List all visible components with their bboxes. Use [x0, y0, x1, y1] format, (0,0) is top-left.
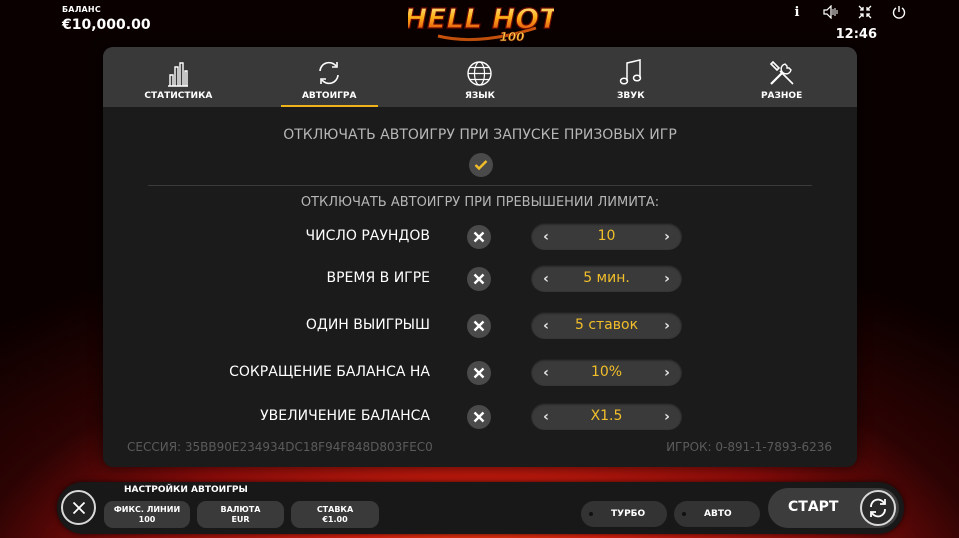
balance-block: БАЛАНС €10,000.00: [62, 5, 151, 33]
tab-label: СТАТИСТИКА: [144, 91, 213, 101]
cross-icon: [473, 273, 485, 285]
fullscreen-icon[interactable]: [855, 4, 875, 20]
tools-icon: [769, 60, 794, 85]
tab-autoplay[interactable]: АВТОИГРА: [254, 47, 405, 107]
rounds-stepper: ‹ 10 ›: [531, 223, 682, 250]
balance-value: €10,000.00: [62, 17, 151, 33]
pill-value: EUR: [231, 514, 250, 524]
speaker-icon[interactable]: [821, 4, 841, 20]
tab-label: ЯЗЫК: [464, 91, 495, 101]
cross-icon: [473, 367, 485, 379]
toggle-indicator: [589, 512, 593, 516]
time-toggle[interactable]: [467, 267, 491, 291]
limit-row-balance-increase: УВЕЛИЧЕНИЕ БАЛАНСА ‹ X1.5 ›: [103, 403, 857, 431]
bottom-bar: НАСТРОЙКИ АВТОИГРЫ ФИКС. ЛИНИИ 100 ВАЛЮТ…: [57, 482, 904, 534]
close-icon: [72, 501, 85, 514]
autoplay-spin-icon: [860, 490, 896, 526]
hell-hot-logo: HELL HOT 100: [408, 1, 554, 44]
row-label: СОКРАЩЕНИЕ БАЛАНСА НА: [229, 364, 430, 380]
limit-row-rounds: ЧИСЛО РАУНДОВ ‹ 10 ›: [103, 223, 857, 251]
balance-decrease-toggle[interactable]: [467, 361, 491, 385]
cross-icon: [473, 411, 485, 423]
balance-increase-toggle[interactable]: [467, 405, 491, 429]
tab-label: ЗВУК: [617, 91, 645, 101]
bet-display[interactable]: СТАВКА €1.00: [291, 501, 379, 528]
currency-display: ВАЛЮТА EUR: [197, 501, 284, 528]
settings-tabs: СТАТИСТИКА АВТОИГРА ЯЗЫК ЗВУК РАЗНОЕ: [103, 47, 857, 107]
chevron-right-icon[interactable]: ›: [656, 265, 678, 292]
turbo-label: ТУРБО: [611, 509, 646, 519]
autoplay-settings-title: НАСТРОЙКИ АВТОИГРЫ: [124, 485, 248, 495]
pill-value: 100: [138, 514, 156, 524]
top-icon-bar: i: [787, 4, 909, 20]
limit-row-balance-decrease: СОКРАЩЕНИЕ БАЛАНСА НА ‹ 10% ›: [103, 359, 857, 387]
toggle-indicator: [682, 512, 686, 516]
auto-label: АВТО: [704, 509, 732, 519]
auto-toggle[interactable]: АВТО: [674, 501, 760, 527]
pill-label: ФИКС. ЛИНИИ: [113, 504, 181, 514]
balance-decrease-stepper: ‹ 10% ›: [531, 359, 682, 386]
limit-title: ОТКЛЮЧАТЬ АВТОИГРУ ПРИ ПРЕВЫШЕНИИ ЛИМИТА…: [300, 195, 660, 210]
cross-icon: [473, 320, 485, 332]
tab-label: АВТОИГРА: [301, 91, 357, 101]
row-label: ЧИСЛО РАУНДОВ: [305, 228, 430, 244]
divider: [148, 185, 812, 186]
single-win-stepper: ‹ 5 ставок ›: [531, 312, 682, 339]
rounds-toggle[interactable]: [467, 225, 491, 249]
limit-row-time: ВРЕМЯ В ИГРЕ ‹ 5 мин. ›: [103, 265, 857, 293]
balance-label: БАЛАНС: [62, 5, 101, 14]
cross-icon: [473, 231, 485, 243]
prize-games-checkbox[interactable]: [469, 153, 493, 177]
pill-label: СТАВКА: [316, 504, 354, 514]
player-id: ИГРОК: 0-891-1-7893-6236: [666, 440, 832, 454]
checkmark-icon: [474, 160, 488, 171]
clock: 12:46: [835, 27, 877, 42]
fixed-lines-display: ФИКС. ЛИНИИ 100: [104, 501, 190, 528]
balance-increase-stepper: ‹ X1.5 ›: [531, 403, 682, 430]
start-label: СТАРТ: [788, 499, 839, 515]
stepper-value: 5 мин.: [583, 270, 630, 286]
tab-label: РАЗНОЕ: [760, 91, 803, 101]
stepper-value: 10%: [590, 364, 623, 380]
row-label: УВЕЛИЧЕНИЕ БАЛАНСА: [260, 408, 430, 424]
row-label: ОДИН ВЫИГРЫШ: [305, 317, 430, 333]
time-stepper: ‹ 5 мин. ›: [531, 265, 682, 292]
tab-language[interactable]: ЯЗЫК: [405, 47, 556, 107]
single-win-toggle[interactable]: [467, 314, 491, 338]
tab-misc[interactable]: РАЗНОЕ: [706, 47, 857, 107]
tab-statistics[interactable]: СТАТИСТИКА: [103, 47, 254, 107]
prize-games-title: ОТКЛЮЧАТЬ АВТОИГРУ ПРИ ЗАПУСКЕ ПРИЗОВЫХ …: [283, 127, 677, 143]
row-label: ВРЕМЯ В ИГРЕ: [326, 270, 430, 286]
bar-chart-icon: [168, 62, 189, 87]
chevron-right-icon[interactable]: ›: [656, 223, 678, 250]
svg-text:HELL HOT: HELL HOT: [408, 2, 554, 35]
pill-value: €1.00: [322, 514, 348, 524]
settings-panel: СТАТИСТИКА АВТОИГРА ЯЗЫК ЗВУК РАЗНОЕ ОТК…: [103, 47, 857, 467]
close-button[interactable]: [61, 490, 96, 525]
chevron-right-icon[interactable]: ›: [656, 359, 678, 386]
limit-row-single-win: ОДИН ВЫИГРЫШ ‹ 5 ставок ›: [103, 312, 857, 340]
tab-sound[interactable]: ЗВУК: [555, 47, 706, 107]
stepper-value: X1.5: [590, 408, 623, 424]
turbo-toggle[interactable]: ТУРБО: [581, 501, 667, 527]
stepper-value: 5 ставок: [574, 317, 639, 333]
globe-icon: [467, 61, 493, 86]
chevron-right-icon[interactable]: ›: [656, 312, 678, 339]
music-note-icon: [619, 59, 642, 85]
pill-label: ВАЛЮТА: [220, 504, 261, 514]
stepper-value: 10: [597, 228, 616, 244]
svg-text:100: 100: [499, 30, 524, 44]
power-icon[interactable]: [889, 4, 909, 20]
session-id: СЕССИЯ: 35BB90E234934DC18F94F848D803FEC0: [127, 440, 433, 454]
refresh-icon: [319, 61, 339, 85]
chevron-right-icon[interactable]: ›: [656, 403, 678, 430]
start-button[interactable]: СТАРТ: [768, 488, 899, 528]
info-icon[interactable]: i: [787, 4, 807, 20]
